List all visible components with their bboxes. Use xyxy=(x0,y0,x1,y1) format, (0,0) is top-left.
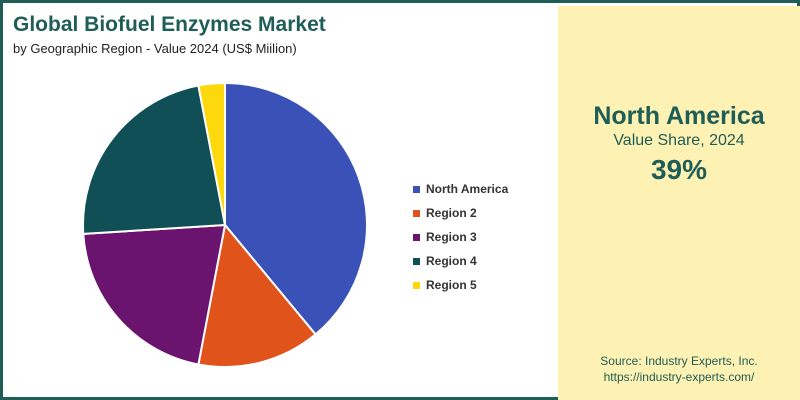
legend-item: Region 2 xyxy=(413,201,508,225)
legend-item: Region 3 xyxy=(413,225,508,249)
legend-swatch xyxy=(413,185,420,193)
source-name: Source: Industry Experts, Inc. xyxy=(600,354,758,368)
legend-label: Region 2 xyxy=(426,206,477,220)
legend-item: Region 4 xyxy=(413,249,508,273)
chart-legend: North America Region 2 Region 3 Region 4 Reg… xyxy=(413,177,508,297)
source-note: Source: Industry Experts, Inc. https://i… xyxy=(558,353,800,385)
legend-item: North America xyxy=(413,177,508,201)
legend-label: Region 4 xyxy=(426,254,477,268)
highlight-panel: North America Value Share, 2024 39% Sour… xyxy=(558,6,800,400)
legend-label: North America xyxy=(426,182,509,196)
legend-label: Region 3 xyxy=(426,230,477,244)
legend-swatch xyxy=(413,209,420,217)
legend-item: Region 5 xyxy=(413,273,508,297)
highlight-region: North America xyxy=(593,102,765,130)
highlight-label: Value Share, 2024 xyxy=(613,132,745,149)
legend-swatch xyxy=(413,257,420,265)
legend-label: Region 5 xyxy=(426,278,477,292)
legend-swatch xyxy=(413,281,420,289)
chart-subtitle: by Geographic Region - Value 2024 (US$ M… xyxy=(13,41,297,56)
chart-title: Global Biofuel Enzymes Market xyxy=(13,13,326,36)
legend-swatch xyxy=(413,233,420,241)
source-url: https://industry-experts.com/ xyxy=(603,370,755,384)
frame: Global Biofuel Enzymes Market by Geograp… xyxy=(0,0,800,400)
highlight-value: 39% xyxy=(650,154,708,185)
